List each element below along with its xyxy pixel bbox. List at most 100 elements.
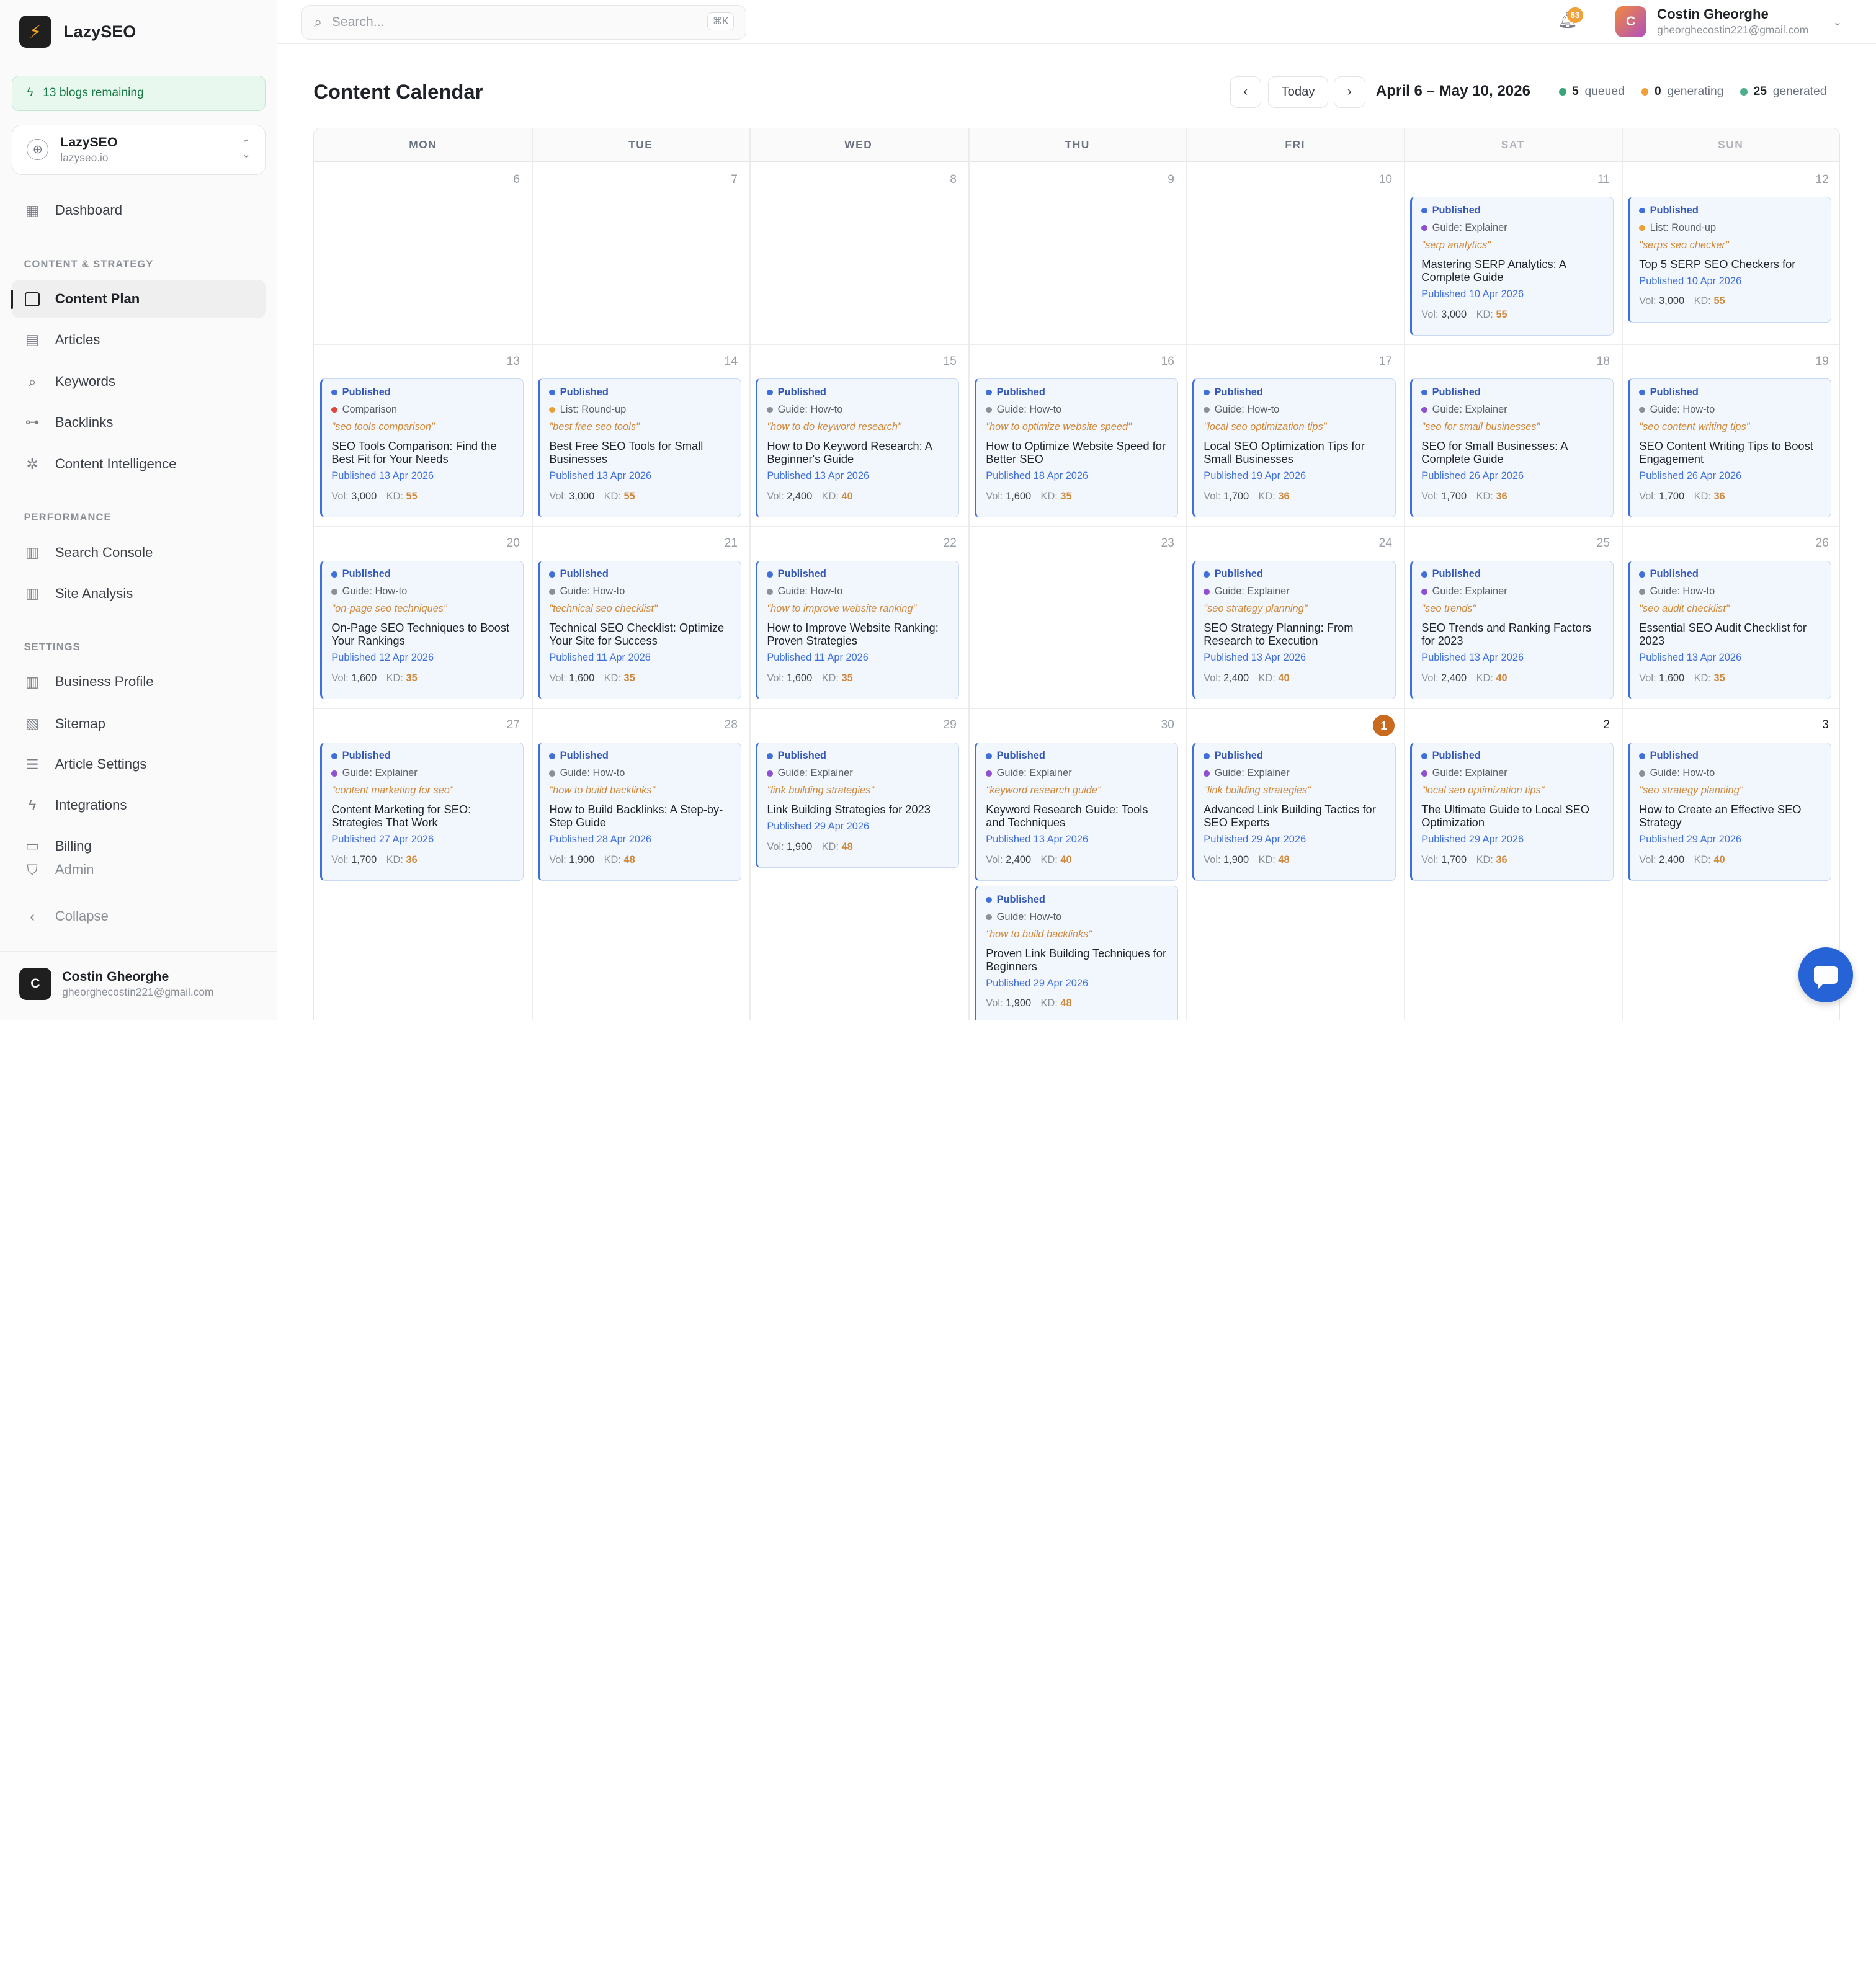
volume-label: Vol: — [549, 672, 566, 684]
kd-metric: KD: 48 — [1041, 998, 1072, 1011]
type-label: Guide: How-to — [777, 404, 843, 416]
status-dot — [549, 389, 555, 396]
sidebar-item-search-console[interactable]: ▥ Search Console — [12, 534, 266, 572]
article-card[interactable]: Published Comparison "seo tools comparison… — [319, 378, 524, 518]
type-label: Guide: Explainer — [1432, 221, 1508, 233]
sidebar-item-admin[interactable]: ⛉ Admin — [12, 851, 266, 889]
article-card[interactable]: Published Guide: How-to "how to do keyword… — [755, 378, 959, 518]
day-number: 8 — [950, 172, 957, 186]
kd-value: 36 — [1496, 854, 1508, 865]
site-picker[interactable]: ⊕ LazySEO lazyseo.io ⌃ ⌄ — [12, 124, 266, 175]
status-badge: Published — [331, 567, 514, 581]
type-dot — [1639, 406, 1645, 413]
status-dot — [767, 389, 773, 396]
article-card[interactable]: Published Guide: Explainer "link building … — [1192, 742, 1396, 882]
status-badge: Published — [1421, 749, 1604, 763]
type-label: Guide: How-to — [1650, 586, 1715, 597]
article-card[interactable]: Published List: Round-up "best free seo to… — [537, 378, 741, 518]
user-menu[interactable]: C Costin Gheorghe gheorghecostin221@gmai… — [1615, 6, 1842, 37]
type-dot — [1421, 406, 1427, 413]
target-keyword: "keyword research guide" — [986, 785, 1101, 797]
status-badge: Published — [1421, 203, 1604, 218]
kd-label: KD: — [1476, 490, 1493, 502]
kd-label: KD: — [386, 672, 403, 684]
volume-label: Vol: — [331, 854, 349, 865]
article-card[interactable]: Published Guide: Explainer "seo strategy p… — [1192, 560, 1396, 700]
published-date: Published 29 Apr 2026 — [1204, 834, 1306, 846]
kd-value: 55 — [623, 490, 635, 502]
volume-label: Vol: — [549, 854, 566, 865]
article-card[interactable]: Published Guide: How-to "seo audit checkli… — [1627, 560, 1831, 700]
article-type: Guide: How-to — [986, 911, 1169, 924]
published-date: Published 13 Apr 2026 — [1204, 652, 1306, 664]
status-dot — [1204, 571, 1210, 578]
sidebar-user-card[interactable]: C Costin Gheorghe gheorghecostin221@gmai… — [19, 968, 213, 1001]
volume-label: Vol: — [1639, 490, 1656, 502]
sidebar-item-keywords[interactable]: ⌕ Keywords — [12, 362, 266, 401]
sidebar-item-content-intelligence[interactable]: ✲ Content Intelligence — [12, 445, 266, 483]
prev-period-button[interactable]: ‹ — [1230, 76, 1261, 108]
search-input[interactable] — [331, 14, 691, 30]
article-card[interactable]: Published Guide: How-to "how to improve we… — [755, 560, 959, 700]
today-button[interactable]: Today — [1268, 76, 1328, 108]
search-box[interactable]: ⌕ ⌘K — [301, 4, 747, 40]
kd-value: 36 — [1496, 490, 1508, 502]
sidebar-item-label: Admin — [55, 862, 94, 878]
chevron-left-icon: ‹ — [1243, 84, 1248, 99]
sidebar-item-articles[interactable]: ▤ Articles — [12, 321, 266, 359]
sidebar-item-backlinks[interactable]: ⊶ Backlinks — [12, 403, 266, 442]
sidebar-item-integrations[interactable]: ϟ Integrations — [12, 786, 266, 824]
brand-name: LazySEO — [63, 22, 136, 41]
published-date: Published 26 Apr 2026 — [1421, 470, 1524, 481]
kd-label: KD: — [386, 490, 403, 502]
collapse-button[interactable]: ‹ Collapse — [12, 897, 266, 935]
sidebar-item-business-profile[interactable]: ▥ Business Profile — [12, 663, 266, 701]
sidebar-item-dashboard[interactable]: ▦ Dashboard — [12, 192, 266, 230]
article-title: Technical SEO Checklist: Optimize Your S… — [549, 620, 725, 648]
article-type: Guide: Explainer — [331, 767, 514, 780]
brand[interactable]: ⚡ LazySEO — [19, 16, 136, 48]
sidebar-item-site-analysis[interactable]: ▥ Site Analysis — [12, 574, 266, 613]
article-card[interactable]: Published Guide: How-to "local seo optimiz… — [1192, 378, 1396, 518]
article-card[interactable]: Published Guide: Explainer "content market… — [319, 742, 524, 882]
weekday-label: SUN — [1718, 138, 1744, 151]
type-label: Guide: Explainer — [1432, 767, 1508, 779]
article-type: List: Round-up — [1639, 221, 1822, 234]
article-card[interactable]: Published Guide: Explainer "local seo opti… — [1409, 742, 1614, 882]
status-dot — [1421, 207, 1427, 214]
target-keyword: "link building strategies" — [1204, 785, 1311, 797]
day-number-today: 1 — [1373, 715, 1395, 737]
volume-metric: Vol: 2,400 — [1639, 854, 1684, 867]
next-period-button[interactable]: › — [1334, 76, 1365, 108]
article-card[interactable]: Published Guide: How-to "seo strategy plan… — [1627, 742, 1831, 882]
article-card[interactable]: Published Guide: How-to "how to optimize w… — [974, 378, 1178, 518]
article-card[interactable]: Published Guide: Explainer "seo for small … — [1409, 378, 1614, 518]
type-label: Guide: How-to — [1650, 404, 1715, 416]
article-card[interactable]: Published List: Round-up "serps seo checke… — [1627, 197, 1831, 323]
article-card[interactable]: Published Guide: How-to "technical seo che… — [537, 560, 741, 700]
article-title: Proven Link Building Techniques for Begi… — [986, 946, 1167, 973]
target-keyword: "seo tools comparison" — [331, 421, 435, 432]
user-name: Costin Gheorghe — [62, 969, 169, 984]
article-card[interactable]: Published Guide: How-to "how to build back… — [537, 742, 741, 882]
article-card[interactable]: Published Guide: Explainer "seo trends" SEO… — [1409, 560, 1614, 700]
article-card[interactable]: Published Guide: Explainer "keyword resear… — [974, 742, 1178, 882]
article-card[interactable]: Published Guide: Explainer "link building … — [755, 742, 959, 868]
article-title: The Ultimate Guide to Local SEO Optimiza… — [1421, 803, 1590, 829]
stat-generated: 25 generated — [1740, 85, 1826, 99]
status-label: Published — [560, 750, 609, 762]
published-date: Published 13 Apr 2026 — [1639, 652, 1742, 664]
article-card[interactable]: Published Guide: How-to "seo content writi… — [1627, 378, 1831, 518]
article-card[interactable]: Published Guide: How-to "how to build back… — [974, 886, 1178, 1021]
kd-label: KD: — [1694, 295, 1711, 307]
day-number: 28 — [724, 718, 738, 732]
status-badge: Published — [331, 749, 514, 763]
article-card[interactable]: Published Guide: Explainer "serp analytics… — [1409, 197, 1614, 336]
status-dot — [331, 753, 337, 759]
article-card[interactable]: Published Guide: How-to "on-page seo techn… — [319, 560, 524, 700]
sidebar-item-sitemap[interactable]: ▧ Sitemap — [12, 705, 266, 743]
sidebar-item-article-settings[interactable]: ☰ Article Settings — [12, 746, 266, 784]
chat-button[interactable] — [1798, 947, 1854, 1003]
status-label: Published — [1650, 568, 1699, 580]
sidebar-item-content-plan[interactable]: Content Plan — [11, 280, 266, 318]
